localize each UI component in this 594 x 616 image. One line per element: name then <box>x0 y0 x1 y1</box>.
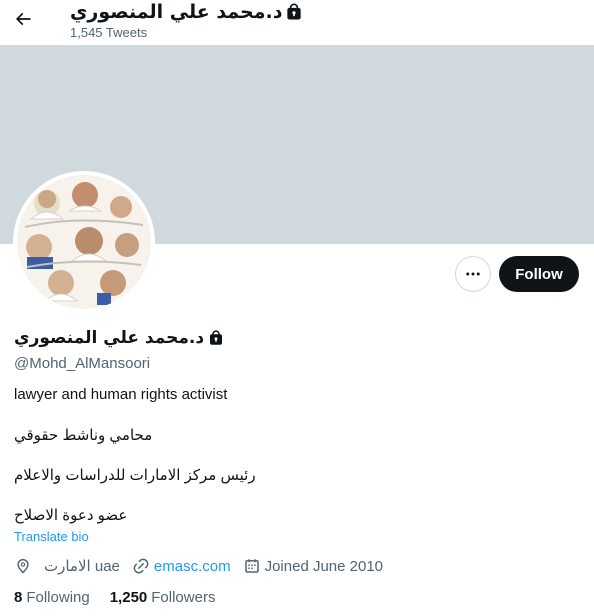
lock-icon <box>287 3 302 20</box>
bio-line: lawyer and human rights activist <box>14 386 228 403</box>
location-pin-icon <box>17 558 29 574</box>
following-link[interactable]: 8 Following <box>14 589 90 606</box>
avatar[interactable] <box>13 171 155 313</box>
tweet-count: 1,545 Tweets <box>70 25 148 40</box>
followers-link[interactable]: 1,250 Followers <box>110 589 216 606</box>
follow-stats: 8 Following 1,250 Followers <box>14 589 235 606</box>
website-link[interactable]: emasc.com <box>154 558 231 575</box>
join-date: Joined June 2010 <box>243 557 383 575</box>
more-dots-icon <box>466 272 480 276</box>
lock-icon <box>210 330 223 345</box>
avatar-collage-image <box>17 175 151 309</box>
followers-count: 1,250 <box>109 589 148 606</box>
more-options-button[interactable] <box>455 256 491 292</box>
location-text: الامارت uae <box>44 558 120 575</box>
profile-meta: الامارت uae emasc.com Joined June 2010 <box>14 557 395 575</box>
bio-line: محامي وناشط حقوقي <box>14 427 153 444</box>
bio-line: رئيس مركز الامارات للدراسات والاعلام <box>14 467 256 484</box>
profile-handle: @Mohd_AlMansoori <box>14 355 151 372</box>
website: emasc.com <box>132 557 231 575</box>
following-count: 8 <box>14 589 23 606</box>
bio-line: عضو دعوة الاصلاح <box>14 507 128 524</box>
following-label: Following <box>26 589 90 606</box>
link-icon <box>133 558 149 574</box>
display-name: د.محمد علي المنصوري <box>14 328 205 348</box>
header-title: د.محمد علي المنصوري <box>70 1 304 23</box>
profile-header: د.محمد علي المنصوري 1,545 Tweets <box>0 0 594 44</box>
profile-name: د.محمد علي المنصوري <box>14 328 225 348</box>
arrow-left-icon <box>15 12 31 26</box>
back-button[interactable] <box>6 2 40 36</box>
location: الامارت uae <box>14 557 120 575</box>
translate-bio-link[interactable]: Translate bio <box>14 529 89 544</box>
header-name: د.محمد علي المنصوري <box>70 1 283 23</box>
joined-text: Joined June 2010 <box>264 557 384 575</box>
followers-label: Followers <box>151 589 216 606</box>
follow-button[interactable]: Follow <box>499 256 579 292</box>
calendar-icon <box>244 559 259 573</box>
